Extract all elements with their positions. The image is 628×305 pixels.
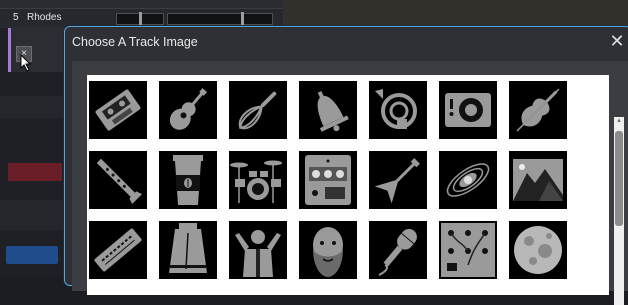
coffee-cup-icon[interactable] [159,151,217,209]
microphone-icon[interactable] [369,221,427,279]
mountain-landscape-icon[interactable] [509,151,567,209]
volume-fader[interactable] [116,12,164,26]
french-horn-icon[interactable] [369,81,427,139]
track-controls: × [8,28,67,72]
violin-icon[interactable] [509,81,567,139]
galaxy-icon[interactable] [439,151,497,209]
bell-icon[interactable] [299,81,357,139]
dialog-title: Choose A Track Image [72,35,198,49]
moon-icon[interactable] [509,221,567,279]
scroll-up-arrow-icon[interactable]: ▴ [615,117,623,125]
image-grid: ▴ [87,75,624,305]
close-icon[interactable]: ✕ [608,32,626,50]
conductor-icon[interactable] [229,221,287,279]
electric-guitar-icon[interactable] [369,151,427,209]
track-lane [0,96,64,118]
cassette-tape-icon[interactable] [89,81,147,139]
record-button-glow [8,163,62,181]
dialog-content: ▴ [72,61,628,305]
clarinet-icon[interactable] [89,151,147,209]
mouse-cursor-icon [20,54,32,72]
speaker-icon[interactable] [439,81,497,139]
track-number: 5 [13,12,19,23]
track-header-row[interactable]: 5 Rhodes [0,8,283,27]
pan-fader[interactable] [167,12,273,26]
track-name[interactable]: Rhodes [27,12,61,23]
scrollbar-thumb[interactable] [615,131,623,226]
harmonica-icon[interactable] [89,221,147,279]
daw-arrange-area [283,0,628,28]
synth-module-icon[interactable] [439,221,497,279]
bearded-face-icon[interactable] [299,221,357,279]
effects-pedal-icon[interactable] [299,151,357,209]
acoustic-guitar-icon[interactable] [159,81,217,139]
track-lane [0,200,64,230]
volume-fader-knob[interactable] [139,12,142,26]
whisk-icon[interactable] [229,81,287,139]
choose-track-image-dialog: Choose A Track Image ✕ ▴ [64,26,628,305]
liberty-bell-icon[interactable] [159,221,217,279]
drum-kit-icon[interactable] [229,151,287,209]
selected-track-glow [6,246,58,264]
pan-fader-knob[interactable] [241,12,244,26]
